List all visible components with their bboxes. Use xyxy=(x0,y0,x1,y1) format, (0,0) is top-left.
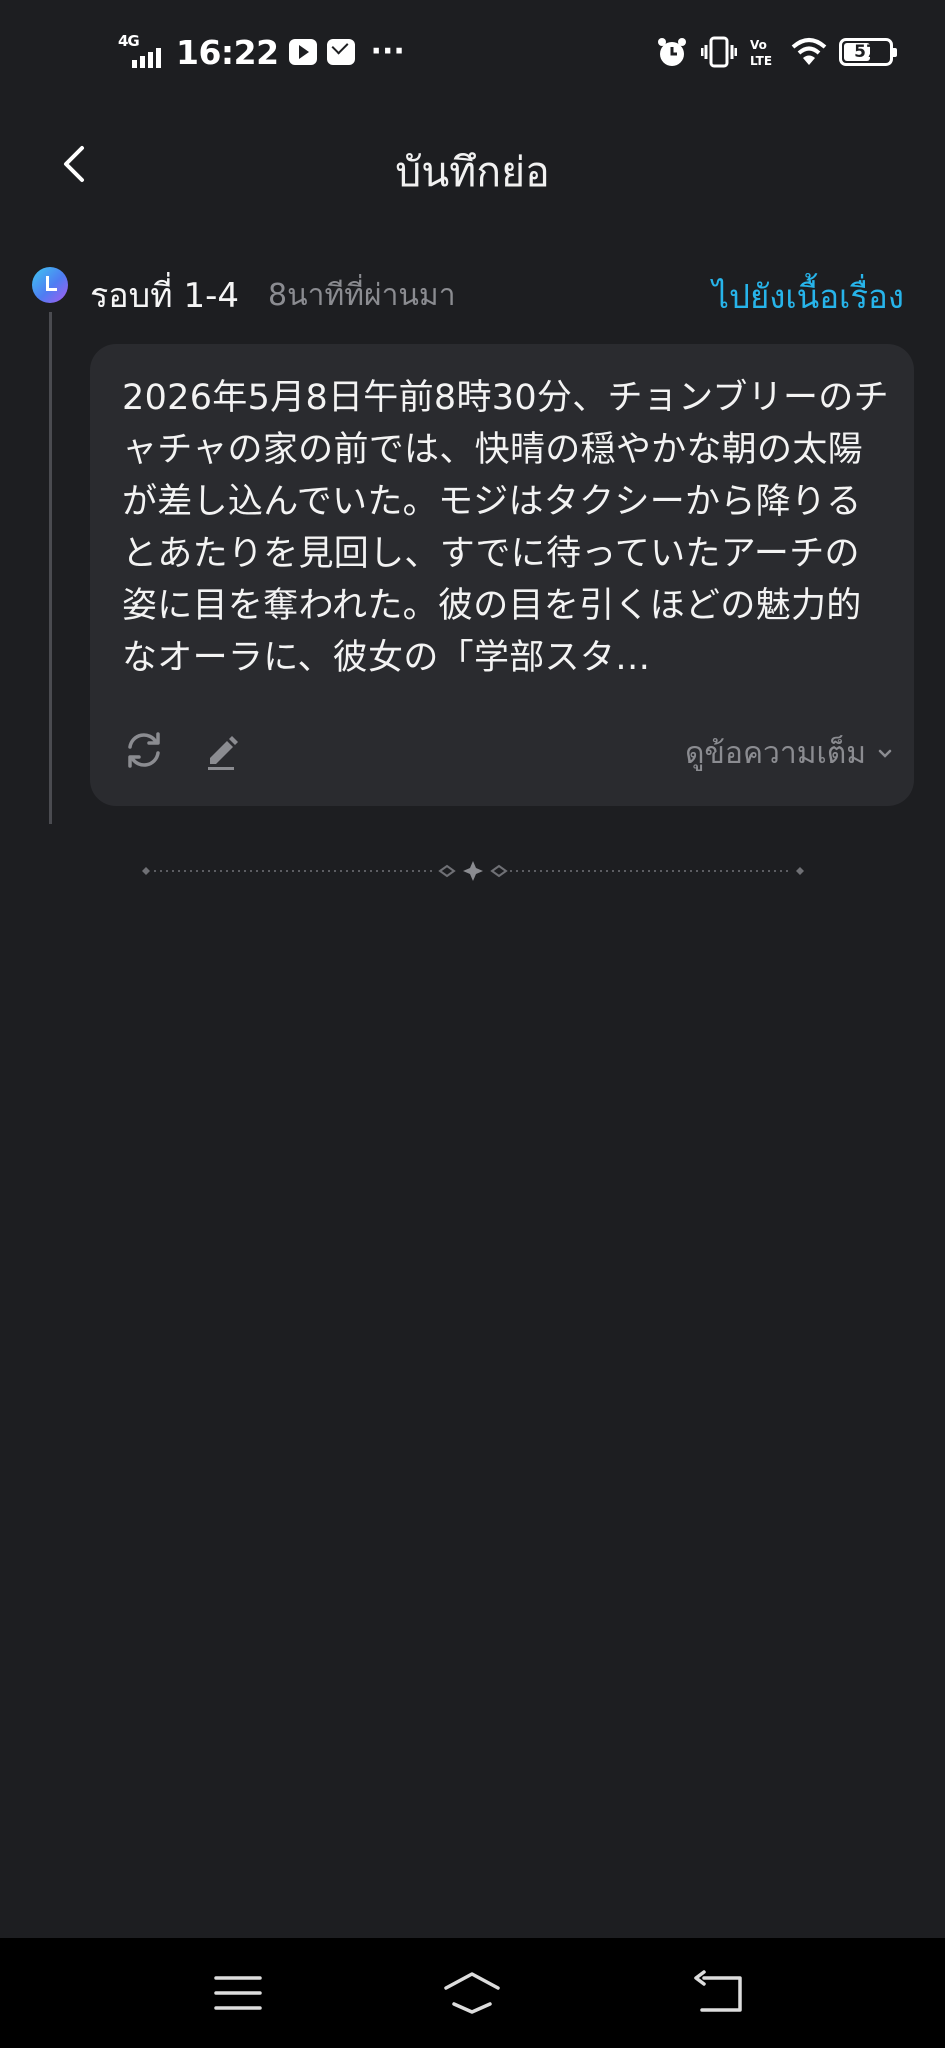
back-icon xyxy=(694,1970,742,2012)
chevron-down-icon xyxy=(878,749,892,758)
timeline-line xyxy=(49,312,52,824)
header: บันทึกย่อ xyxy=(0,104,945,224)
regenerate-button[interactable] xyxy=(122,728,166,772)
menu-icon xyxy=(214,1976,262,2010)
round-marker-icon xyxy=(32,267,68,303)
go-to-story-link[interactable]: ไปยังเนื้อเรื่อง xyxy=(712,270,904,323)
svg-text:Vo: Vo xyxy=(750,38,767,52)
battery-level: 57 xyxy=(854,42,878,62)
status-time: 16:22 xyxy=(176,32,279,72)
refresh-icon xyxy=(128,732,160,768)
home-icon xyxy=(444,1972,500,2014)
status-right: Vo LTE 57 xyxy=(655,30,897,74)
cellular-signal-icon: 4G xyxy=(118,32,166,72)
recent-apps-button[interactable] xyxy=(208,1968,268,2018)
home-button[interactable] xyxy=(442,1968,502,2018)
summary-card: 2026年5月8日午前8時30分、チョンブリーのチャチャの家の前では、快晴の穏や… xyxy=(90,344,914,806)
svg-text:LTE: LTE xyxy=(750,54,772,68)
card-actions: ดูข้อความเต็ม xyxy=(122,724,894,784)
more-notifications: ··· xyxy=(370,34,405,69)
status-left: 4G 16:22 ··· xyxy=(118,32,405,72)
status-bar: 4G 16:22 ··· Vo LTE 57 xyxy=(0,0,945,104)
navigation-bar xyxy=(0,1938,945,2048)
alarm-icon xyxy=(658,38,686,66)
vibrate-icon xyxy=(701,36,737,68)
shopping-notification-icon xyxy=(326,39,355,65)
ornament-divider xyxy=(142,861,804,881)
back-nav-button[interactable] xyxy=(690,1968,750,2018)
round-label: รอบที่ 1-4 xyxy=(90,276,240,316)
view-full-text-button[interactable]: ดูข้อความเต็ม xyxy=(685,730,894,777)
edit-button[interactable] xyxy=(200,728,244,772)
summary-text: 2026年5月8日午前8時30分、チョンブリーのチャチャの家の前では、快晴の穏や… xyxy=(122,378,889,678)
page-title: บันทึกย่อ xyxy=(395,148,550,196)
youtube-notification-icon xyxy=(288,39,317,65)
volte-icon: Vo LTE xyxy=(750,38,772,68)
wifi-icon xyxy=(791,38,827,65)
battery-icon: 57 xyxy=(839,38,897,66)
time-ago: 8นาทีที่ผ่านมา xyxy=(268,278,456,313)
pencil-icon xyxy=(208,736,238,770)
view-full-label: ดูข้อความเต็ม xyxy=(684,736,866,771)
